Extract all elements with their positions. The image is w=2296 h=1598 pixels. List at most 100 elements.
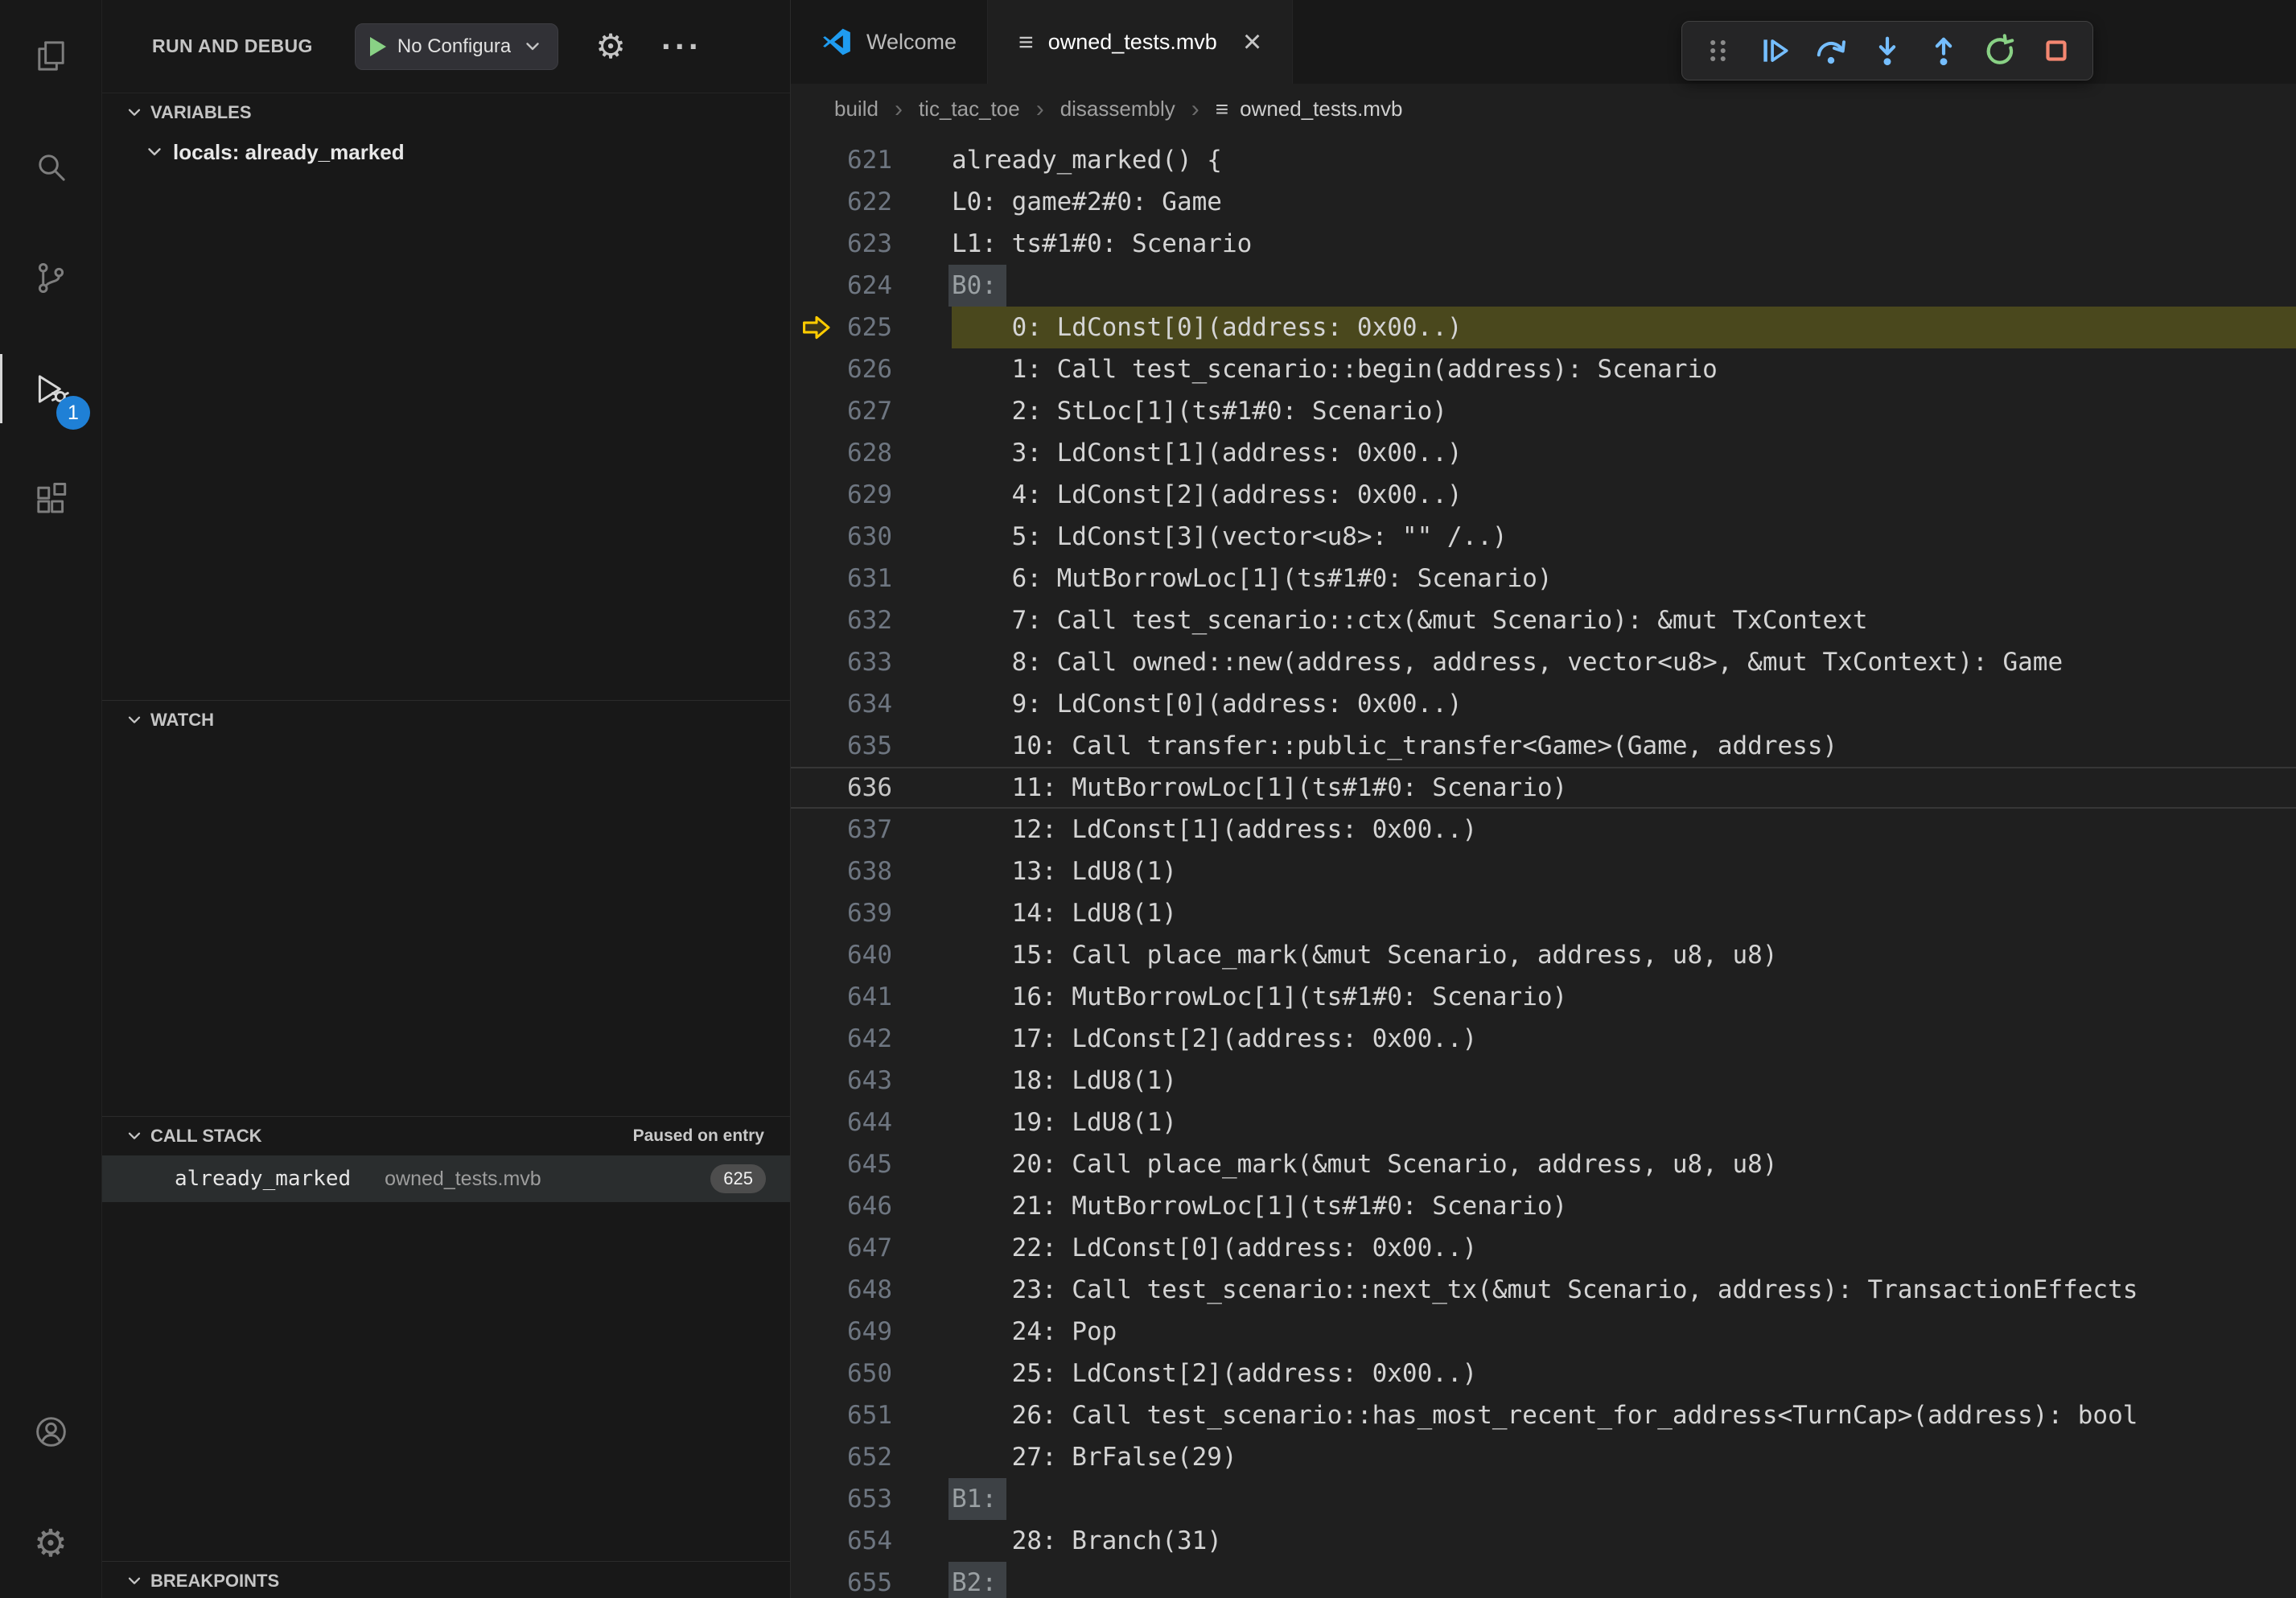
code-line[interactable]: 625 0: LdConst[0](address: 0x00..) bbox=[791, 307, 2296, 348]
line-number[interactable]: 634 bbox=[842, 683, 952, 725]
breakpoint-gutter[interactable] bbox=[791, 850, 842, 892]
line-number[interactable]: 653 bbox=[842, 1478, 952, 1520]
current-step-arrow-icon[interactable] bbox=[791, 307, 842, 348]
breakpoint-gutter[interactable] bbox=[791, 1478, 842, 1520]
line-number[interactable]: 635 bbox=[842, 725, 952, 767]
tab-owned-tests[interactable]: ≡ owned_tests.mvb × bbox=[988, 0, 1293, 84]
continue-button[interactable] bbox=[1751, 27, 1798, 74]
line-number[interactable]: 642 bbox=[842, 1018, 952, 1060]
code-line[interactable]: 629 4: LdConst[2](address: 0x00..) bbox=[791, 474, 2296, 516]
breakpoint-gutter[interactable] bbox=[791, 683, 842, 725]
line-number[interactable]: 626 bbox=[842, 348, 952, 390]
code-line[interactable]: 645 20: Call place_mark(&mut Scenario, a… bbox=[791, 1143, 2296, 1185]
line-number[interactable]: 630 bbox=[842, 516, 952, 558]
line-number[interactable]: 632 bbox=[842, 599, 952, 641]
line-number[interactable]: 649 bbox=[842, 1311, 952, 1353]
breakpoint-gutter[interactable] bbox=[791, 1227, 842, 1269]
breakpoint-gutter[interactable] bbox=[791, 1143, 842, 1185]
breakpoint-gutter[interactable] bbox=[791, 976, 842, 1018]
line-number[interactable]: 638 bbox=[842, 850, 952, 892]
breakpoint-gutter[interactable] bbox=[791, 641, 842, 683]
code-line[interactable]: 649 24: Pop bbox=[791, 1311, 2296, 1353]
line-number[interactable]: 623 bbox=[842, 223, 952, 265]
tab-welcome[interactable]: Welcome bbox=[791, 0, 988, 84]
line-number[interactable]: 624 bbox=[842, 265, 952, 307]
code-line[interactable]: 631 6: MutBorrowLoc[1](ts#1#0: Scenario) bbox=[791, 558, 2296, 599]
line-number[interactable]: 639 bbox=[842, 892, 952, 934]
account-icon[interactable] bbox=[0, 1376, 101, 1487]
step-out-button[interactable] bbox=[1920, 27, 1967, 74]
source-control-icon[interactable] bbox=[0, 222, 101, 333]
code-line[interactable]: 634 9: LdConst[0](address: 0x00..) bbox=[791, 683, 2296, 725]
stop-button[interactable] bbox=[2033, 27, 2080, 74]
line-number[interactable]: 643 bbox=[842, 1060, 952, 1102]
code-line[interactable]: 647 22: LdConst[0](address: 0x00..) bbox=[791, 1227, 2296, 1269]
code-line[interactable]: 636 11: MutBorrowLoc[1](ts#1#0: Scenario… bbox=[791, 767, 2296, 809]
breakpoint-gutter[interactable] bbox=[791, 558, 842, 599]
breakpoint-gutter[interactable] bbox=[791, 1060, 842, 1102]
breakpoint-gutter[interactable] bbox=[791, 599, 842, 641]
restart-button[interactable] bbox=[1977, 27, 2023, 74]
stack-frame-row[interactable]: already_marked owned_tests.mvb 625 bbox=[102, 1155, 790, 1202]
code-line[interactable]: 650 25: LdConst[2](address: 0x00..) bbox=[791, 1353, 2296, 1394]
code-line[interactable]: 635 10: Call transfer::public_transfer<G… bbox=[791, 725, 2296, 767]
line-number[interactable]: 654 bbox=[842, 1520, 952, 1562]
code-line[interactable]: 632 7: Call test_scenario::ctx(&mut Scen… bbox=[791, 599, 2296, 641]
breakpoint-gutter[interactable] bbox=[791, 1394, 842, 1436]
breakpoints-section-header[interactable]: BREAKPOINTS bbox=[102, 1562, 790, 1598]
breakpoint-gutter[interactable] bbox=[791, 767, 842, 809]
breadcrumb-file[interactable]: ≡ owned_tests.mvb bbox=[1216, 97, 1403, 121]
breakpoint-gutter[interactable] bbox=[791, 1562, 842, 1598]
code-line[interactable]: 646 21: MutBorrowLoc[1](ts#1#0: Scenario… bbox=[791, 1185, 2296, 1227]
breakpoint-gutter[interactable] bbox=[791, 181, 842, 223]
line-number[interactable]: 636 bbox=[842, 767, 952, 809]
code-line[interactable]: 648 23: Call test_scenario::next_tx(&mut… bbox=[791, 1269, 2296, 1311]
line-number[interactable]: 640 bbox=[842, 934, 952, 976]
code-editor[interactable]: 621already_marked() {622L0: game#2#0: Ga… bbox=[791, 134, 2296, 1598]
breadcrumb-disassembly[interactable]: disassembly bbox=[1060, 97, 1175, 121]
line-number[interactable]: 637 bbox=[842, 809, 952, 850]
line-number[interactable]: 627 bbox=[842, 390, 952, 432]
code-line[interactable]: 626 1: Call test_scenario::begin(address… bbox=[791, 348, 2296, 390]
code-line[interactable]: 655B2: bbox=[791, 1562, 2296, 1598]
breakpoint-gutter[interactable] bbox=[791, 1311, 842, 1353]
breakpoint-gutter[interactable] bbox=[791, 1018, 842, 1060]
breakpoint-gutter[interactable] bbox=[791, 892, 842, 934]
code-line[interactable]: 630 5: LdConst[3](vector<u8>: "" /..) bbox=[791, 516, 2296, 558]
code-line[interactable]: 651 26: Call test_scenario::has_most_rec… bbox=[791, 1394, 2296, 1436]
line-number[interactable]: 650 bbox=[842, 1353, 952, 1394]
line-number[interactable]: 644 bbox=[842, 1102, 952, 1143]
line-number[interactable]: 631 bbox=[842, 558, 952, 599]
code-line[interactable]: 654 28: Branch(31) bbox=[791, 1520, 2296, 1562]
code-line[interactable]: 653B1: bbox=[791, 1478, 2296, 1520]
breakpoint-gutter[interactable] bbox=[791, 934, 842, 976]
line-number[interactable]: 646 bbox=[842, 1185, 952, 1227]
code-line[interactable]: 640 15: Call place_mark(&mut Scenario, a… bbox=[791, 934, 2296, 976]
line-number[interactable]: 629 bbox=[842, 474, 952, 516]
breakpoint-gutter[interactable] bbox=[791, 1102, 842, 1143]
call-stack-section-header[interactable]: CALL STACK Paused on entry bbox=[102, 1117, 790, 1155]
line-number[interactable]: 622 bbox=[842, 181, 952, 223]
code-line[interactable]: 638 13: LdU8(1) bbox=[791, 850, 2296, 892]
breadcrumb-build[interactable]: build bbox=[834, 97, 878, 121]
line-number[interactable]: 633 bbox=[842, 641, 952, 683]
code-line[interactable]: 639 14: LdU8(1) bbox=[791, 892, 2296, 934]
line-number[interactable]: 641 bbox=[842, 976, 952, 1018]
code-line[interactable]: 643 18: LdU8(1) bbox=[791, 1060, 2296, 1102]
extensions-icon[interactable] bbox=[0, 444, 101, 555]
breakpoint-gutter[interactable] bbox=[791, 139, 842, 181]
gear-icon[interactable]: ⚙ bbox=[595, 30, 626, 64]
run-and-debug-icon[interactable]: 1 bbox=[0, 333, 101, 444]
code-line[interactable]: 622L0: game#2#0: Game bbox=[791, 181, 2296, 223]
code-line[interactable]: 624B0: bbox=[791, 265, 2296, 307]
search-icon[interactable] bbox=[0, 111, 101, 222]
breakpoint-gutter[interactable] bbox=[791, 390, 842, 432]
step-into-button[interactable] bbox=[1864, 27, 1911, 74]
line-number[interactable]: 625 bbox=[842, 307, 952, 348]
code-line[interactable]: 652 27: BrFalse(29) bbox=[791, 1436, 2296, 1478]
code-line[interactable]: 637 12: LdConst[1](address: 0x00..) bbox=[791, 809, 2296, 850]
settings-gear-icon[interactable]: ⚙ bbox=[0, 1487, 101, 1598]
code-line[interactable]: 628 3: LdConst[1](address: 0x00..) bbox=[791, 432, 2296, 474]
breadcrumb-tic-tac-toe[interactable]: tic_tac_toe bbox=[919, 97, 1020, 121]
line-number[interactable]: 645 bbox=[842, 1143, 952, 1185]
